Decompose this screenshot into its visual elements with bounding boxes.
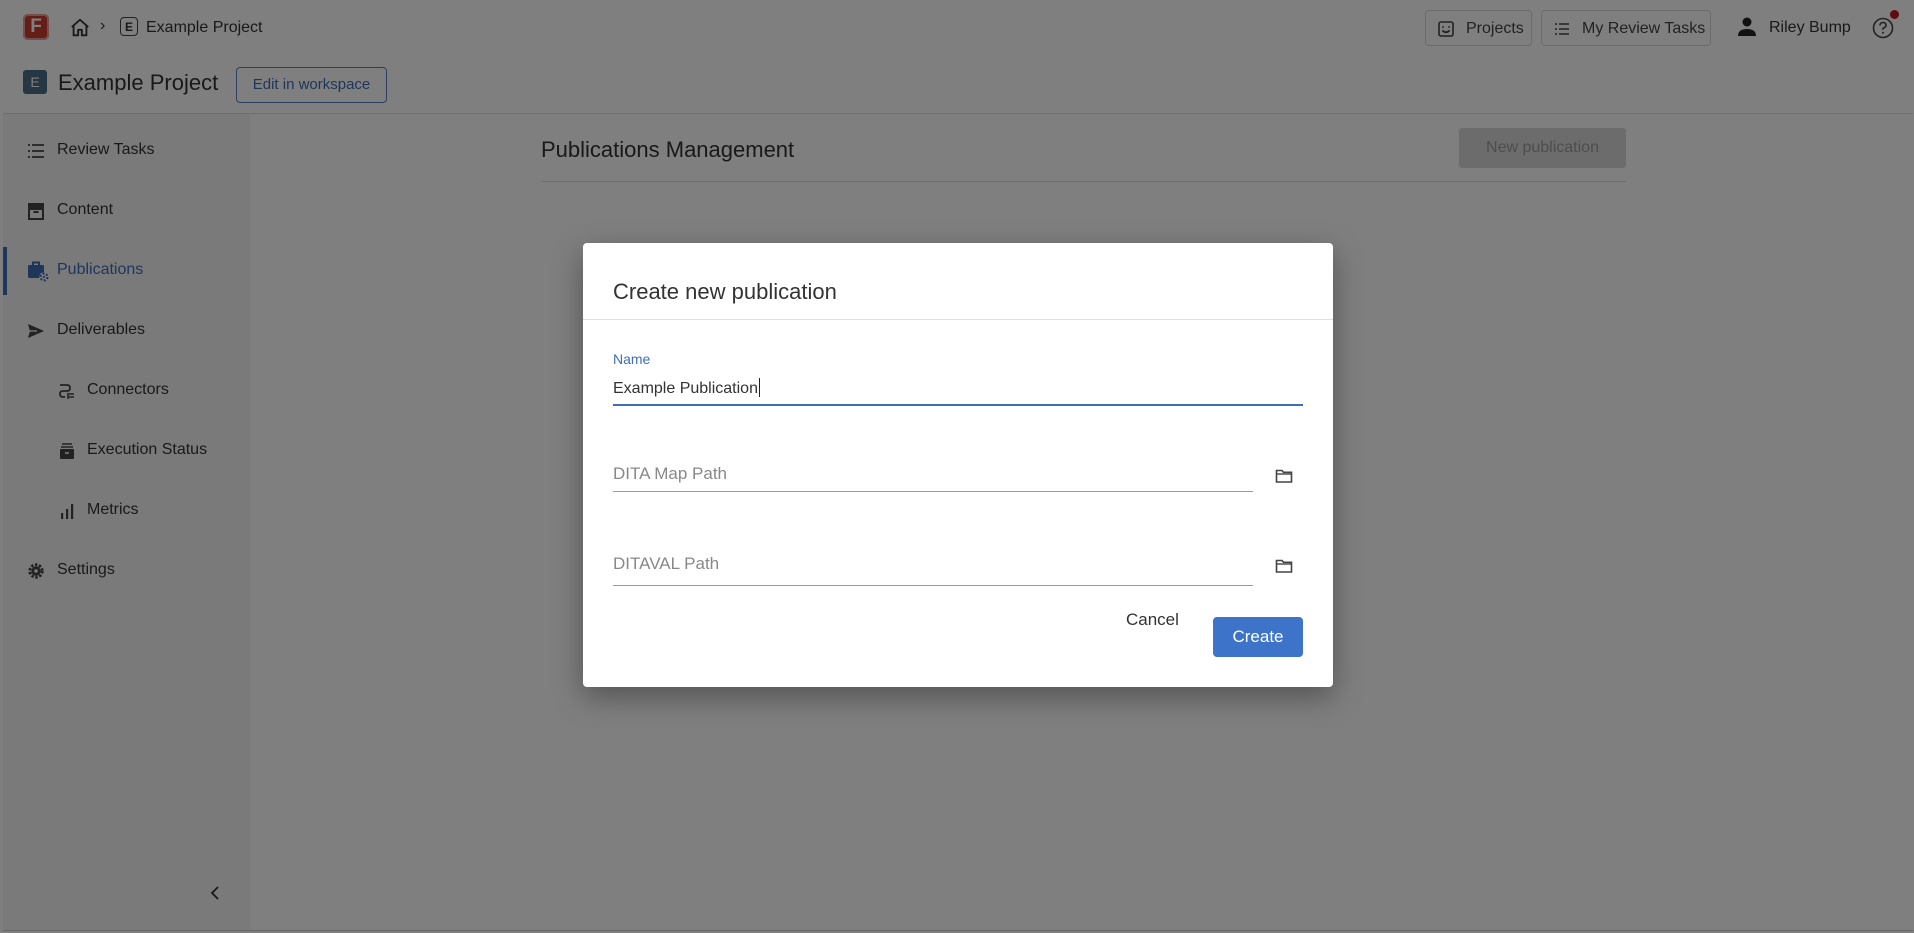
create-publication-dialog: Create new publication Name Example Publ…	[583, 243, 1333, 687]
name-field[interactable]: Example Publication	[613, 378, 760, 398]
ditaval-path-field[interactable]: DITAVAL Path	[613, 554, 719, 574]
text-cursor	[758, 378, 760, 397]
folder-icon[interactable]	[1275, 468, 1293, 484]
dialog-title: Create new publication	[613, 279, 837, 304]
name-field-label: Name	[613, 351, 651, 367]
folder-icon[interactable]	[1275, 558, 1293, 574]
name-field-value: Example Publication	[613, 380, 758, 397]
name-field-underline	[613, 404, 1303, 406]
create-button[interactable]: Create	[1213, 617, 1303, 657]
dita-map-path-field[interactable]: DITA Map Path	[613, 464, 727, 484]
ditaval-path-underline	[613, 585, 1253, 586]
dita-map-path-underline	[613, 491, 1253, 492]
modal-backdrop[interactable]: Create new publication Name Example Publ…	[0, 0, 1914, 933]
divider	[583, 319, 1333, 320]
cancel-button[interactable]: Cancel	[1126, 610, 1179, 630]
